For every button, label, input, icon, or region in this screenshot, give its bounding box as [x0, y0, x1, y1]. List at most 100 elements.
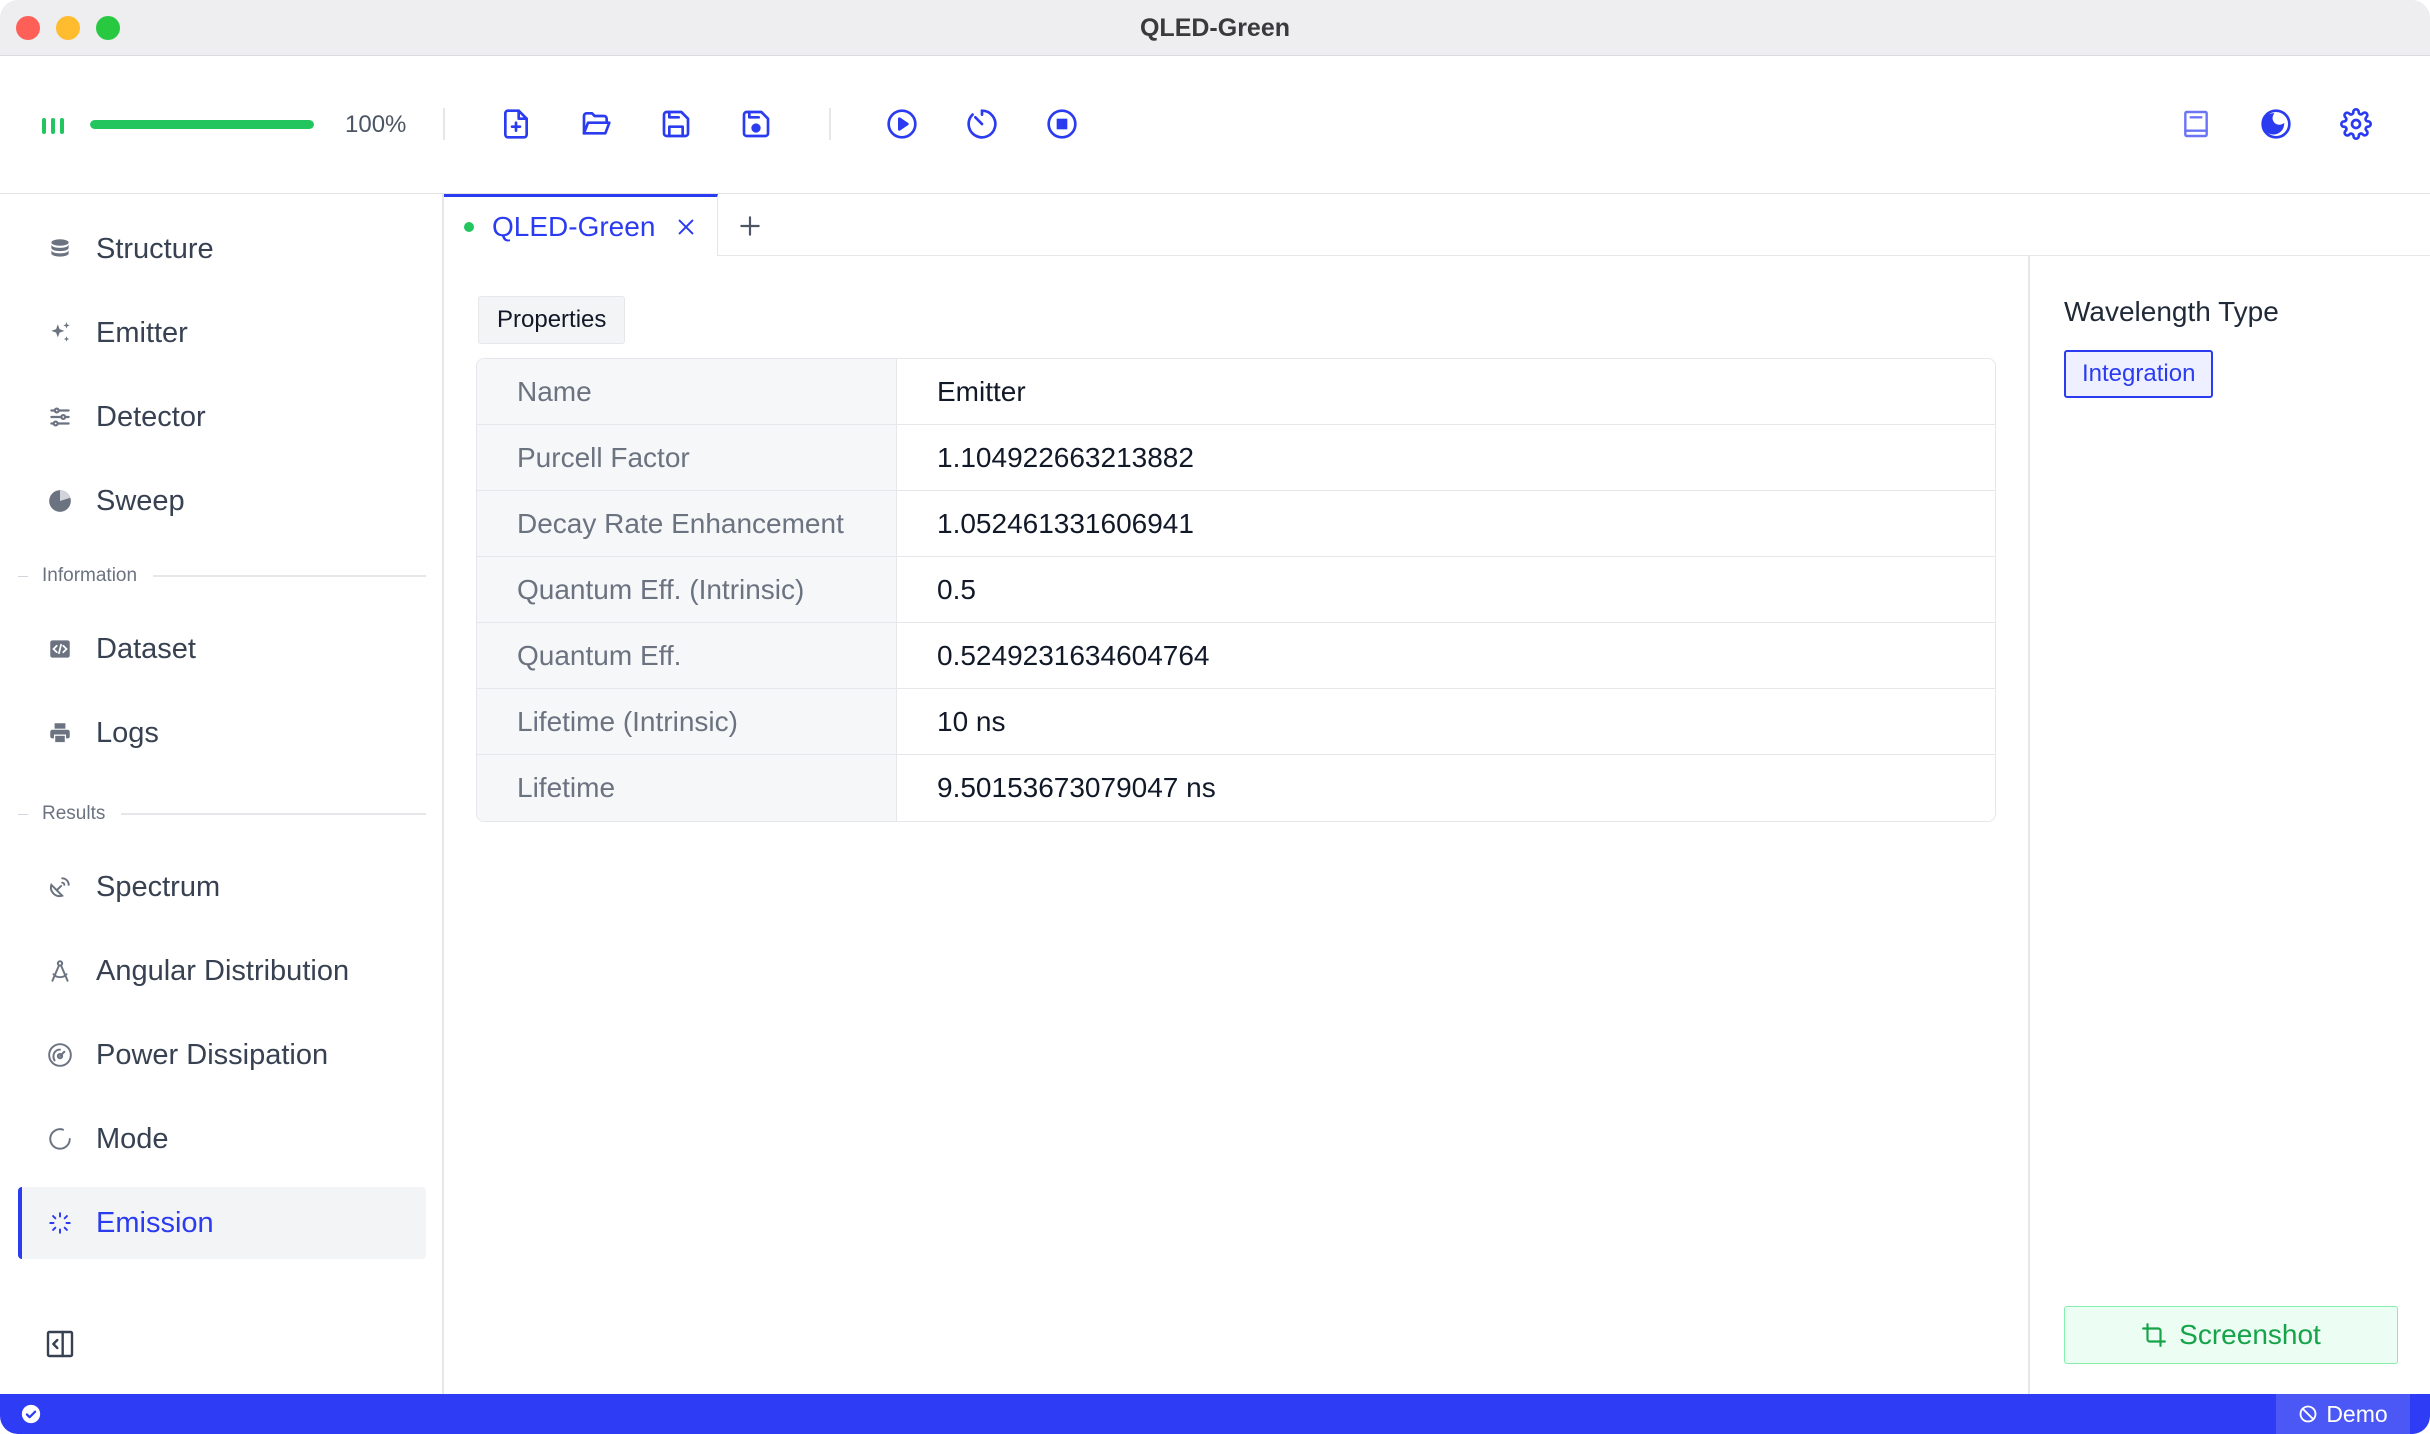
- sidebar-item-label: Spectrum: [96, 870, 221, 903]
- loader-circle-icon: [46, 1125, 74, 1153]
- sidebar-item-label: Power Dissipation: [96, 1038, 329, 1071]
- theme-button[interactable]: [2256, 104, 2296, 144]
- wavelength-type-option[interactable]: Integration: [2064, 350, 2214, 398]
- crop-icon: [2142, 1323, 2167, 1347]
- sidebar-item-emission[interactable]: Emission: [18, 1187, 426, 1259]
- sidebar-item-label: Emission: [96, 1206, 214, 1239]
- pie-icon: [46, 487, 74, 515]
- plus-icon: [740, 216, 760, 236]
- property-value: 0.5249231634604764: [937, 639, 1210, 671]
- ban-icon: [2299, 1405, 2317, 1423]
- save-button[interactable]: [656, 104, 696, 144]
- property-value: 10 ns: [937, 705, 1006, 737]
- gear-icon: [2340, 108, 2372, 140]
- new-file-button[interactable]: [496, 104, 536, 144]
- property-row: Quantum Eff. (Intrinsic) 0.5: [477, 557, 1995, 623]
- printer-icon: [46, 719, 74, 747]
- property-row: Lifetime 9.50153673079047 ns: [477, 755, 1995, 821]
- sidebar-item-angular-distribution[interactable]: Angular Distribution: [18, 935, 426, 1007]
- compass-icon: [46, 957, 74, 985]
- new-file-icon: [504, 109, 528, 139]
- sidebar-item-dataset[interactable]: Dataset: [18, 613, 426, 685]
- add-tab-button[interactable]: [730, 206, 770, 246]
- section-information: Information: [18, 565, 426, 586]
- progress-fill: [90, 120, 314, 129]
- property-value: 9.50153673079047 ns: [937, 772, 1216, 803]
- property-value: 1.052461331606941: [937, 507, 1194, 539]
- loader-spark-icon: [46, 1209, 74, 1237]
- toolbar: 100%: [0, 56, 2430, 194]
- sidebar-item-mode[interactable]: Mode: [18, 1103, 426, 1175]
- stop-button[interactable]: [1042, 104, 1082, 144]
- satellite-dish-icon: [46, 873, 74, 901]
- demo-badge[interactable]: Demo: [2276, 1394, 2410, 1434]
- theme-icon: [2261, 109, 2291, 139]
- property-row: Quantum Eff. 0.5249231634604764: [477, 623, 1995, 689]
- open-folder-button[interactable]: [576, 104, 616, 144]
- property-key: Decay Rate Enhancement: [477, 491, 897, 556]
- sidebar-item-emitter[interactable]: Emitter: [18, 297, 426, 369]
- toolbar-divider: [829, 108, 831, 140]
- toolbar-divider: [443, 108, 445, 140]
- tab-bar: QLED-Green: [444, 194, 2430, 256]
- property-value: 1.104922663213882: [937, 441, 1194, 473]
- timer-button[interactable]: [962, 104, 1002, 144]
- sidebar-item-spectrum[interactable]: Spectrum: [18, 851, 426, 923]
- sidebar-item-label: Detector: [96, 400, 206, 433]
- stop-icon: [1047, 109, 1077, 139]
- signal-bars-icon: [42, 118, 64, 134]
- tab-label: QLED-Green: [492, 210, 656, 242]
- sidebar-item-power-dissipation[interactable]: Power Dissipation: [18, 1019, 426, 1091]
- timer-icon: [967, 109, 997, 139]
- main-panel: Properties Name Emitter Purcell Factor 1.10…: [444, 256, 2030, 1394]
- sliders-icon: [46, 403, 74, 431]
- property-key: Name: [477, 359, 897, 424]
- property-value: 0.5: [937, 573, 976, 605]
- sidebar-item-label: Logs: [96, 716, 159, 749]
- property-key: Purcell Factor: [477, 425, 897, 490]
- sidebar-item-label: Dataset: [96, 632, 196, 665]
- play-icon: [887, 109, 917, 139]
- sidebar-item-detector[interactable]: Detector: [18, 381, 426, 453]
- open-folder-icon: [582, 112, 611, 135]
- screenshot-label: Screenshot: [2179, 1319, 2321, 1350]
- documentation-button[interactable]: [2176, 104, 2216, 144]
- sidebar-item-logs[interactable]: Logs: [18, 697, 426, 769]
- wavelength-type-title: Wavelength Type: [2064, 296, 2279, 327]
- section-results: Results: [18, 803, 426, 824]
- sidebar-item-structure[interactable]: Structure: [18, 213, 426, 285]
- gauge-icon: [46, 1041, 74, 1069]
- property-row: Lifetime (Intrinsic) 10 ns: [477, 689, 1995, 755]
- close-tab-button[interactable]: [673, 214, 699, 240]
- sidebar-item-label: Angular Distribution: [96, 954, 350, 987]
- sparkles-icon: [46, 319, 74, 347]
- run-button[interactable]: [882, 104, 922, 144]
- sidebar: Structure Emitter Detector Sweep Informa…: [0, 194, 444, 1394]
- properties-table: Name Emitter Purcell Factor 1.1049226632138…: [476, 358, 1996, 822]
- tab-qled-green[interactable]: QLED-Green: [444, 194, 718, 256]
- save-as-button[interactable]: [736, 104, 776, 144]
- progress-bar: [90, 120, 314, 129]
- sidebar-item-sweep[interactable]: Sweep: [18, 465, 426, 537]
- property-key: Quantum Eff.: [477, 623, 897, 688]
- property-row: Name Emitter: [477, 359, 1995, 425]
- title-bar: QLED-Green: [0, 0, 2430, 56]
- section-label: Results: [42, 803, 106, 824]
- property-key: Lifetime (Intrinsic): [477, 689, 897, 754]
- progress-label: 100%: [345, 111, 407, 138]
- sidebar-item-label: Mode: [96, 1122, 169, 1155]
- property-row: Decay Rate Enhancement 1.052461331606941: [477, 491, 1995, 557]
- sidebar-item-label: Structure: [96, 232, 214, 265]
- demo-label: Demo: [2326, 1400, 2388, 1427]
- close-icon: [678, 219, 694, 234]
- database-icon: [46, 235, 74, 263]
- save-as-icon: [742, 110, 770, 138]
- screenshot-button[interactable]: Screenshot: [2064, 1306, 2398, 1364]
- book-icon: [2184, 110, 2208, 138]
- sidebar-item-label: Emitter: [96, 316, 188, 349]
- settings-button[interactable]: [2336, 104, 2376, 144]
- properties-label: Properties: [478, 296, 626, 344]
- code-file-icon: [46, 635, 74, 663]
- collapse-sidebar-button[interactable]: [44, 1328, 76, 1360]
- sidebar-item-label: Sweep: [96, 484, 185, 517]
